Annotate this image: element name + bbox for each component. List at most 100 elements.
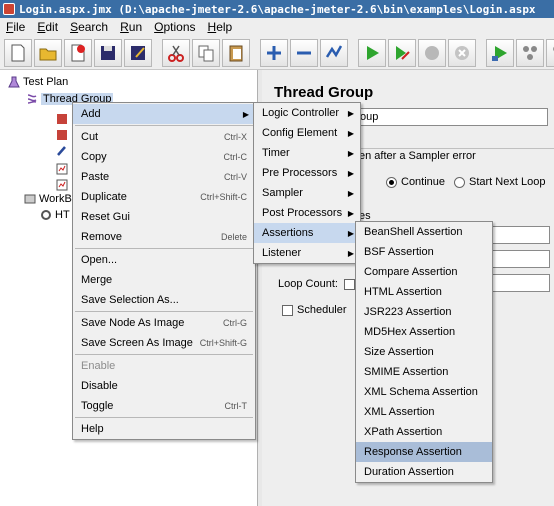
forever-checkbox[interactable] (344, 279, 355, 290)
gear-icon (41, 210, 51, 220)
submenu-item-post-processors[interactable]: Post Processors ▶ (254, 203, 360, 223)
toggle-button[interactable] (320, 38, 348, 67)
assertion-item-response[interactable]: Response Assertion (356, 442, 492, 462)
submenu-arrow-icon: ▶ (347, 228, 354, 238)
radio-dot (454, 176, 465, 188)
menu-item-add[interactable]: Add ▶ (73, 104, 255, 124)
menu-separator (75, 248, 253, 249)
assertion-item-xml[interactable]: XML Assertion (356, 402, 492, 422)
submenu-arrow-icon: ▶ (347, 168, 354, 178)
tree-item-child[interactable] (56, 128, 68, 142)
submenu-arrow-icon: ▶ (347, 148, 354, 158)
save-as-icon (131, 45, 145, 60)
collapse-button[interactable] (290, 38, 318, 67)
assertion-item-md5hex[interactable]: MD5Hex Assertion (356, 322, 492, 342)
submenu-arrow-icon: ▶ (347, 108, 354, 118)
sampler-icon (57, 130, 67, 140)
tree-item-child[interactable] (56, 112, 68, 126)
submenu-item-assertions[interactable]: Assertions ▶ (254, 223, 360, 243)
assertion-item-beanshell[interactable]: BeanShell Assertion (356, 222, 492, 242)
submenu-item-listener[interactable]: Listener ▶ (254, 243, 360, 263)
submenu-item-sampler[interactable]: Sampler ▶ (254, 183, 360, 203)
checkbox-box (282, 304, 293, 316)
tree-item-http[interactable]: HT (40, 208, 70, 222)
menu-file[interactable]: File (6, 20, 25, 34)
menu-item-disable[interactable]: Disable (73, 376, 255, 396)
menu-help[interactable]: Help (208, 20, 233, 34)
tree-item-child[interactable] (56, 178, 68, 192)
shutdown-button[interactable] (448, 38, 476, 67)
name-field[interactable]: oup (356, 108, 548, 126)
open-button[interactable] (34, 38, 62, 67)
submenu-item-config-element[interactable]: Config Element ▶ (254, 123, 360, 143)
continue-label: Continue (401, 176, 446, 188)
start-no-pause-button[interactable] (388, 38, 416, 67)
close-icon (71, 44, 85, 61)
stop-button[interactable] (418, 38, 446, 67)
loop-count-field[interactable] (492, 274, 550, 292)
tree-item-child[interactable] (56, 162, 68, 176)
ramp-up-field[interactable] (492, 250, 550, 268)
new-button[interactable] (4, 38, 32, 67)
paste-icon (229, 45, 243, 61)
paste-button[interactable] (222, 38, 250, 67)
save-as-button[interactable] (124, 38, 152, 67)
remote-start-button[interactable] (486, 38, 514, 67)
menu-item-open[interactable]: Open... (73, 250, 255, 270)
menu-edit[interactable]: Edit (37, 20, 58, 34)
assertion-item-duration[interactable]: Duration Assertion (356, 462, 492, 482)
scheduler-checkbox[interactable]: Scheduler (282, 304, 347, 316)
assertion-item-size[interactable]: Size Assertion (356, 342, 492, 362)
menu-item-save-selection[interactable]: Save Selection As... (73, 290, 255, 310)
menu-item-toggle[interactable]: Toggle Ctrl-T (73, 396, 255, 416)
assertion-item-html[interactable]: HTML Assertion (356, 282, 492, 302)
submenu-item-pre-processors[interactable]: Pre Processors ▶ (254, 163, 360, 183)
assertion-item-xpath[interactable]: XPath Assertion (356, 422, 492, 442)
menu-item-save-screen-image[interactable]: Save Screen As Image Ctrl+Shift-G (73, 333, 255, 353)
copy-button[interactable] (192, 38, 220, 67)
tree-item-workbench[interactable]: WorkBe (24, 192, 78, 206)
save-icon (101, 45, 115, 60)
menu-item-paste[interactable]: Paste Ctrl-V (73, 167, 255, 187)
assertion-item-xml-schema[interactable]: XML Schema Assertion (356, 382, 492, 402)
menu-item-duplicate[interactable]: Duplicate Ctrl+Shift-C (73, 187, 255, 207)
tree-item-child[interactable] (56, 144, 68, 158)
menu-options[interactable]: Options (154, 20, 195, 34)
remote-start-all-button[interactable] (516, 38, 544, 67)
assertion-item-jsr223[interactable]: JSR223 Assertion (356, 302, 492, 322)
menu-item-remove[interactable]: Remove Delete (73, 227, 255, 247)
listener-icon (56, 179, 68, 191)
start-button[interactable] (358, 38, 386, 67)
menu-item-reset-gui[interactable]: Reset Gui (73, 207, 255, 227)
menu-item-copy[interactable]: Copy Ctrl-C (73, 147, 255, 167)
menu-search[interactable]: Search (70, 20, 108, 34)
assertion-item-compare[interactable]: Compare Assertion (356, 262, 492, 282)
start-next-loop-radio[interactable]: Start Next Loop (454, 176, 545, 188)
menu-separator (75, 354, 253, 355)
cut-button[interactable] (162, 38, 190, 67)
open-icon (39, 48, 57, 60)
assertion-item-smime[interactable]: SMIME Assertion (356, 362, 492, 382)
submenu-arrow-icon: ▶ (242, 109, 249, 119)
threads-field[interactable] (492, 226, 550, 244)
tree-item-test-plan[interactable]: Test Plan (8, 75, 68, 89)
title-bar: Login.aspx.jmx (D:\apache-jmeter-2.6\apa… (0, 0, 554, 18)
assertion-item-bsf[interactable]: BSF Assertion (356, 242, 492, 262)
tree-item-label: Test Plan (23, 76, 69, 88)
save-button[interactable] (94, 38, 122, 67)
close-button[interactable] (64, 38, 92, 67)
menu-item-help[interactable]: Help (73, 419, 255, 439)
context-menu: Add ▶ Cut Ctrl-X Copy Ctrl-C Paste Ctrl-V Du… (72, 102, 256, 440)
remote-stop-button[interactable] (546, 38, 554, 67)
menu-separator (75, 311, 253, 312)
submenu-item-logic-controller[interactable]: Logic Controller ▶ (254, 103, 360, 123)
menu-item-merge[interactable]: Merge (73, 270, 255, 290)
menu-item-save-node-image[interactable]: Save Node As Image Ctrl-G (73, 313, 255, 333)
expand-button[interactable] (260, 38, 288, 67)
submenu-item-timer[interactable]: Timer ▶ (254, 143, 360, 163)
menu-item-cut[interactable]: Cut Ctrl-X (73, 127, 255, 147)
menu-item-enable[interactable]: Enable (73, 356, 255, 376)
continue-radio[interactable]: Continue (386, 176, 445, 188)
menu-run[interactable]: Run (120, 20, 142, 34)
radio-dot (386, 176, 397, 188)
